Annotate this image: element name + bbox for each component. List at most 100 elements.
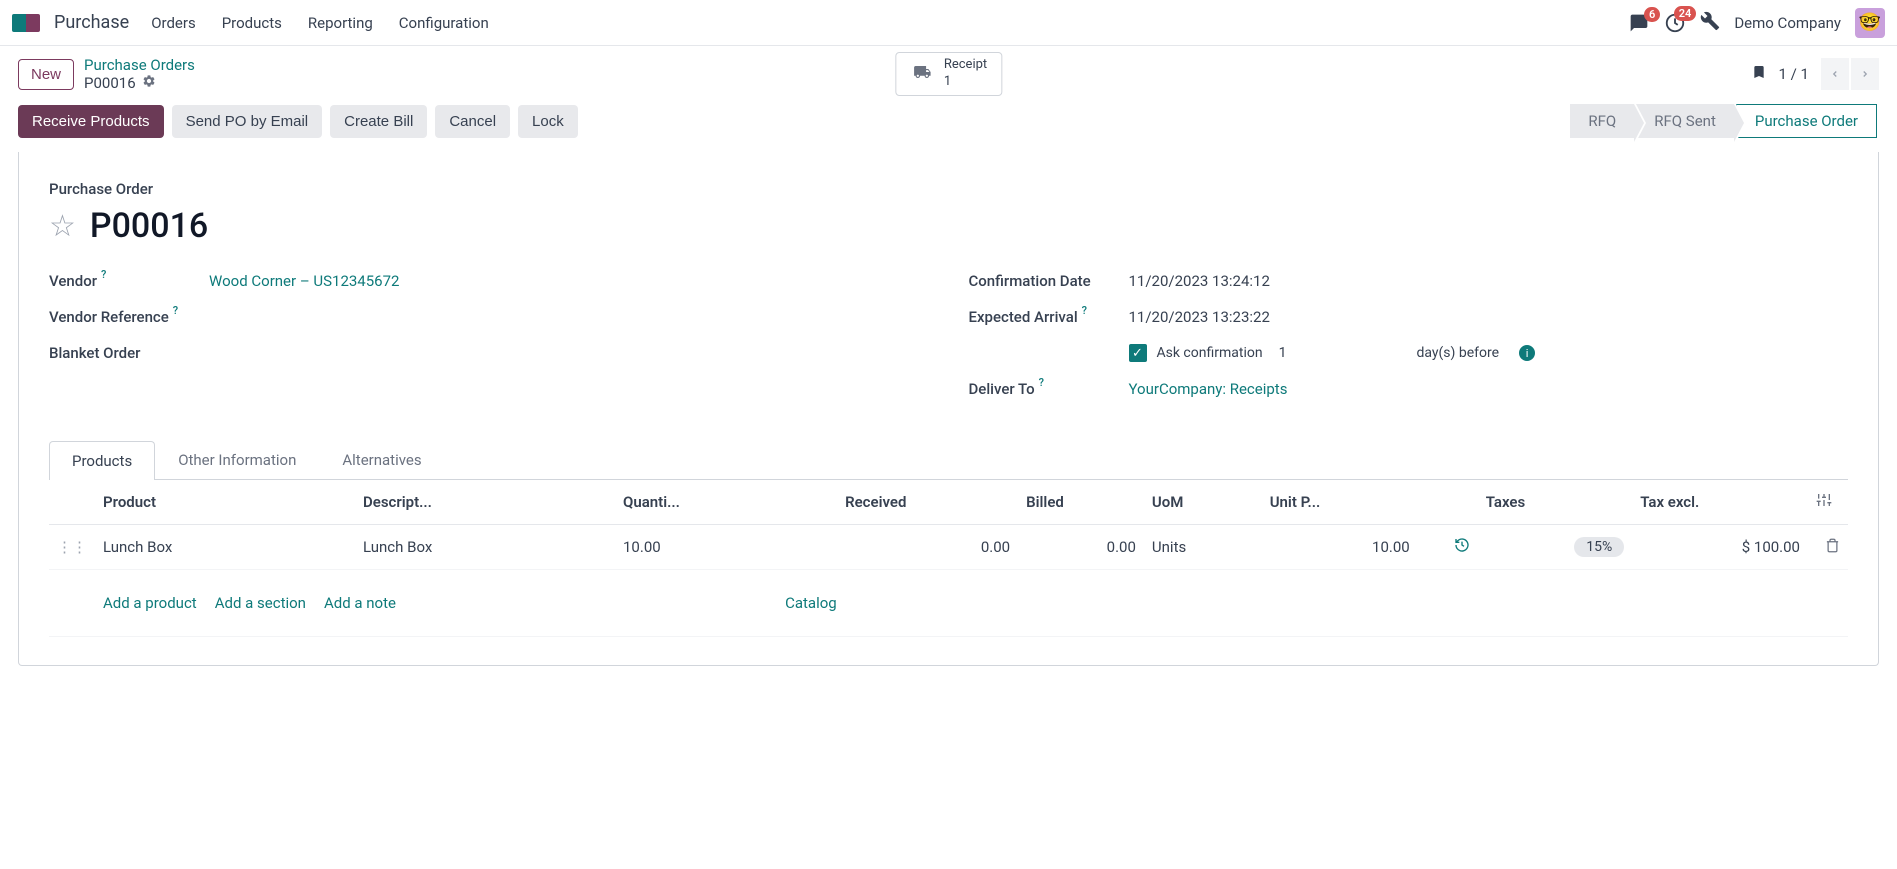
status-rfq[interactable]: RFQ: [1570, 104, 1634, 138]
record-type-label: Purchase Order: [49, 180, 1848, 198]
pager-prev[interactable]: [1821, 58, 1849, 90]
add-product-link[interactable]: Add a product: [103, 594, 197, 612]
record-name: P00016: [90, 206, 208, 246]
order-lines-table: Product Descript... Quanti... Received B…: [49, 480, 1848, 637]
gear-icon[interactable]: [142, 74, 156, 92]
col-description[interactable]: Descript...: [355, 480, 615, 525]
send-po-button[interactable]: Send PO by Email: [172, 105, 323, 138]
truck-icon: [910, 63, 934, 85]
messages-icon[interactable]: 6: [1628, 13, 1650, 33]
help-icon[interactable]: ?: [173, 304, 178, 317]
cell-received[interactable]: 0.00: [837, 525, 1018, 570]
expected-arrival-value[interactable]: 11/20/2023 13:23:22: [1129, 308, 1270, 326]
col-product[interactable]: Product: [95, 480, 355, 525]
title-row: ☆ P00016: [49, 206, 1848, 246]
col-unit-price[interactable]: Unit P...: [1262, 480, 1418, 525]
favorite-star-icon[interactable]: ☆: [49, 209, 76, 244]
table-row[interactable]: ⋮⋮ Lunch Box Lunch Box 10.00 0.00 0.00 U…: [49, 525, 1848, 570]
col-received[interactable]: Received: [837, 480, 1018, 525]
fields-right: Confirmation Date 11/20/2023 13:24:12 Ex…: [969, 272, 1849, 416]
messages-badge: 6: [1644, 7, 1660, 22]
vendor-value[interactable]: Wood Corner – US12345672: [209, 272, 399, 290]
form-card: Purchase Order ☆ P00016 Vendor? Wood Cor…: [18, 152, 1879, 666]
cell-unit-price[interactable]: 10.00: [1262, 525, 1418, 570]
user-avatar[interactable]: 🤓: [1855, 8, 1885, 38]
delete-row-icon[interactable]: [1808, 525, 1848, 570]
breadcrumb-parent[interactable]: Purchase Orders: [84, 56, 195, 74]
status-bar: RFQ RFQ Sent Purchase Order: [1570, 104, 1879, 138]
cell-tax-excl: $ 100.00: [1632, 525, 1808, 570]
history-icon[interactable]: [1418, 525, 1478, 570]
status-rfq-sent[interactable]: RFQ Sent: [1636, 104, 1734, 138]
cell-description[interactable]: Lunch Box: [355, 525, 615, 570]
status-purchase-order[interactable]: Purchase Order: [1736, 104, 1877, 138]
tools-icon[interactable]: [1700, 11, 1720, 35]
fields-grid: Vendor? Wood Corner – US12345672 Vendor …: [49, 272, 1848, 416]
confirmation-date-value: 11/20/2023 13:24:12: [1129, 272, 1270, 290]
breadcrumb-current-text: P00016: [84, 74, 136, 92]
tab-alternatives[interactable]: Alternatives: [319, 440, 444, 479]
pager-buttons: [1821, 58, 1879, 90]
fields-left: Vendor? Wood Corner – US12345672 Vendor …: [49, 272, 929, 416]
pager: 1 / 1: [1751, 58, 1880, 90]
help-icon[interactable]: ?: [1082, 304, 1087, 317]
create-bill-button[interactable]: Create Bill: [330, 105, 427, 138]
blanket-order-label: Blanket Order: [49, 344, 209, 362]
expected-arrival-label: Expected Arrival?: [969, 308, 1129, 326]
cell-product[interactable]: Lunch Box: [95, 525, 355, 570]
receipt-label: Receipt: [944, 57, 987, 74]
lock-button[interactable]: Lock: [518, 105, 578, 138]
info-icon[interactable]: i: [1519, 345, 1535, 361]
receipt-count: 1: [944, 74, 987, 91]
col-taxes[interactable]: Taxes: [1478, 480, 1633, 525]
receipt-stat-button[interactable]: Receipt 1: [895, 52, 1002, 96]
cell-quantity[interactable]: 10.00: [615, 525, 837, 570]
col-uom[interactable]: UoM: [1144, 480, 1262, 525]
cell-uom[interactable]: Units: [1144, 525, 1262, 570]
menu-configuration[interactable]: Configuration: [399, 14, 489, 32]
app-name[interactable]: Purchase: [54, 12, 129, 33]
help-icon[interactable]: ?: [1039, 376, 1044, 389]
add-section-link[interactable]: Add a section: [215, 594, 306, 612]
ask-confirmation-days[interactable]: 1: [1279, 345, 1287, 361]
company-name[interactable]: Demo Company: [1734, 14, 1841, 32]
breadcrumb-bar: New Purchase Orders P00016 Receipt 1 1 /…: [0, 46, 1897, 104]
cancel-button[interactable]: Cancel: [435, 105, 510, 138]
help-icon[interactable]: ?: [101, 268, 106, 281]
tab-other-information[interactable]: Other Information: [155, 440, 319, 479]
menu-products[interactable]: Products: [222, 14, 282, 32]
ask-confirmation-row: ✓ Ask confirmation 1 day(s) before i: [1129, 344, 1536, 362]
menu-reporting[interactable]: Reporting: [308, 14, 373, 32]
breadcrumb: Purchase Orders P00016: [84, 56, 195, 92]
activities-badge: 24: [1674, 6, 1697, 21]
app-logo[interactable]: [12, 14, 40, 32]
col-tax-excl[interactable]: Tax excl.: [1632, 480, 1808, 525]
col-billed[interactable]: Billed: [1018, 480, 1144, 525]
top-nav: Purchase Orders Products Reporting Confi…: [0, 0, 1897, 46]
breadcrumb-current: P00016: [84, 74, 195, 92]
cell-taxes[interactable]: 15%: [1478, 525, 1633, 570]
add-note-link[interactable]: Add a note: [324, 594, 396, 612]
catalog-link[interactable]: Catalog: [785, 594, 837, 612]
drag-handle-icon[interactable]: ⋮⋮: [49, 525, 95, 570]
tab-products[interactable]: Products: [49, 441, 155, 480]
new-button[interactable]: New: [18, 59, 74, 90]
activities-icon[interactable]: 24: [1664, 12, 1686, 34]
deliver-to-value[interactable]: YourCompany: Receipts: [1129, 380, 1288, 398]
ask-confirmation-checkbox[interactable]: ✓: [1129, 344, 1147, 362]
vendor-label: Vendor?: [49, 272, 209, 290]
column-options-icon[interactable]: [1808, 480, 1848, 525]
receive-products-button[interactable]: Receive Products: [18, 105, 164, 138]
ask-confirmation-label: Ask confirmation: [1157, 345, 1263, 361]
topnav-right: 6 24 Demo Company 🤓: [1628, 8, 1885, 38]
tabs: Products Other Information Alternatives: [49, 440, 1848, 480]
menu-orders[interactable]: Orders: [151, 14, 196, 32]
vendor-ref-label: Vendor Reference?: [49, 308, 209, 326]
pager-text: 1 / 1: [1779, 65, 1810, 83]
main-menu: Orders Products Reporting Configuration: [151, 14, 489, 32]
pager-next[interactable]: [1851, 58, 1879, 90]
bookmark-icon[interactable]: [1751, 62, 1767, 86]
col-quantity[interactable]: Quanti...: [615, 480, 837, 525]
receipt-text: Receipt 1: [944, 57, 987, 91]
cell-billed[interactable]: 0.00: [1018, 525, 1144, 570]
